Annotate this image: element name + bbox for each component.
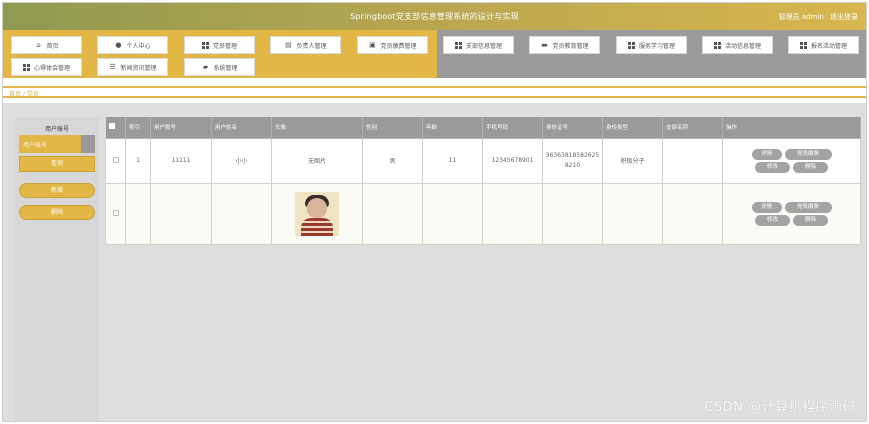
nav-education-management[interactable]: ▬ 党员教育管理 (529, 36, 600, 54)
nav-member-management[interactable]: 党员管理 (184, 36, 255, 54)
breadcrumb-separator: / (22, 91, 25, 98)
logout-link[interactable]: 退出登录 (830, 13, 858, 21)
cell-account: 11111 (150, 137, 212, 184)
detail-button[interactable]: 详情 (751, 148, 782, 160)
grid-icon (713, 41, 721, 49)
grid-icon (454, 41, 462, 49)
edit-button[interactable]: 修改 (755, 214, 790, 226)
monitor-icon: ▬ (541, 41, 548, 49)
list-icon: ☰ (109, 63, 116, 71)
content-area: 用户账号 用户账号 查询 新增 删除 索引 用户账号 用户姓名 头像 性别 年龄… (3, 103, 866, 421)
search-placeholder: 用户账号 (23, 142, 48, 149)
col-name: 用户姓名 (211, 117, 272, 138)
nav-service-learning[interactable]: 服务学习管理 (616, 36, 687, 54)
grid-icon (22, 63, 30, 71)
app-title: Springboot党支部信息管理系统的设计与实现 (350, 12, 519, 21)
home-icon: ⌂ (36, 41, 41, 49)
fee-button[interactable]: 党员缴费 (784, 148, 832, 160)
nav-activity-signup[interactable]: 报名活动管理 (788, 36, 859, 54)
nav-branch-management[interactable]: 支部信息管理 (443, 36, 514, 54)
cell-gender (362, 182, 423, 245)
cell-phone (482, 182, 543, 245)
col-phone: 手机号码 (482, 117, 543, 138)
cell-account (150, 182, 212, 245)
cell-index: 1 (125, 137, 151, 184)
watermark: CSDN @计算机程序源码 (704, 400, 856, 415)
table-header: 索引 用户账号 用户姓名 头像 性别 年龄 手机号码 身份证号 身份类型 支部名… (105, 117, 861, 138)
account-field-label: 用户账号 (44, 126, 69, 133)
col-actions: 操作 (722, 117, 861, 138)
chat-icon: ▰ (202, 63, 209, 71)
table-row: 1 11111 小小 无图片 男 11 12345678901 36363818… (105, 137, 861, 184)
cell-avatar (271, 182, 363, 245)
cell-branch (662, 182, 723, 245)
top-bar: Springboot党支部信息管理系统的设计与实现 管理员 admin 退出登录 (3, 3, 866, 30)
cell-name (211, 182, 272, 245)
query-button[interactable]: 查询 (19, 156, 95, 172)
col-index: 索引 (125, 117, 151, 138)
cell-id-card (542, 182, 603, 245)
nav-leader-management[interactable]: ▤ 负责人管理 (270, 36, 341, 54)
row-checkbox[interactable] (105, 182, 126, 245)
cell-type: 积极分子 (602, 137, 663, 184)
delete-button[interactable]: 删除 (793, 161, 828, 173)
breadcrumb-current: 党员 (26, 91, 39, 98)
grid-icon (201, 41, 209, 49)
avatar-image (295, 191, 339, 236)
cell-index (125, 182, 151, 245)
col-account: 用户账号 (150, 117, 212, 138)
account-search-input[interactable]: 用户账号 (19, 135, 95, 153)
user-area: 管理员 admin 退出登录 (775, 12, 858, 22)
nav-personal-center[interactable]: ● 个人中心 (97, 36, 168, 54)
cell-type (602, 182, 663, 245)
row-checkbox[interactable] (105, 137, 126, 184)
select-all-checkbox[interactable] (105, 117, 126, 138)
batch-delete-button[interactable]: 删除 (19, 205, 95, 220)
nav-fee-management[interactable]: ▣ 党员缴费管理 (357, 36, 428, 54)
cell-age (422, 182, 483, 245)
cell-actions: 详情 党员缴费 修改 删除 (722, 182, 861, 245)
cell-actions: 详情 党员缴费 修改 删除 (722, 137, 861, 184)
cell-branch (662, 137, 723, 184)
add-button[interactable]: 新增 (19, 183, 95, 198)
col-id-card: 身份证号 (542, 117, 603, 138)
table-row: 详情 党员缴费 修改 删除 (105, 182, 861, 245)
col-type: 身份类型 (602, 117, 663, 138)
detail-button[interactable]: 详情 (751, 201, 782, 213)
col-branch: 支部名称 (662, 117, 723, 138)
col-gender: 性别 (362, 117, 423, 138)
delete-button[interactable]: 删除 (793, 214, 828, 226)
cell-age: 11 (422, 137, 483, 184)
breadcrumb-home[interactable]: 首页 (9, 91, 21, 98)
document-icon: ▤ (285, 41, 292, 49)
grid-icon (627, 41, 635, 49)
briefcase-icon: ▣ (369, 41, 376, 49)
edit-button[interactable]: 修改 (755, 161, 790, 173)
col-avatar: 头像 (271, 117, 363, 138)
cell-name: 小小 (211, 137, 272, 184)
main-nav: ⌂ 首页 ● 个人中心 党员管理 ▤ 负责人管理 ▣ 党员缴费管理 支部信息管理… (3, 30, 866, 78)
grid-icon (799, 41, 807, 49)
fee-button[interactable]: 党员缴费 (784, 201, 832, 213)
nav-news-management[interactable]: ☰ 新闻资讯管理 (97, 58, 168, 76)
breadcrumb: 首页 / 党员 (3, 86, 866, 98)
cell-phone: 12345678901 (482, 137, 543, 184)
nav-experience-management[interactable]: 心得体会管理 (11, 58, 82, 76)
nav-system-management[interactable]: ▰ 系统管理 (184, 58, 255, 76)
cell-gender: 男 (362, 137, 423, 184)
nav-home[interactable]: ⌂ 首页 (11, 36, 82, 54)
cell-id-card: 363638185826258210 (542, 137, 603, 184)
user-label: 管理员 admin (778, 13, 824, 21)
app-window: Springboot党支部信息管理系统的设计与实现 管理员 admin 退出登录… (2, 2, 867, 422)
person-icon: ● (115, 41, 122, 49)
col-age: 年龄 (422, 117, 483, 138)
member-table: 索引 用户账号 用户姓名 头像 性别 年龄 手机号码 身份证号 身份类型 支部名… (105, 117, 861, 245)
cell-avatar: 无图片 (271, 137, 363, 184)
nav-activity-info[interactable]: 活动信息管理 (702, 36, 773, 54)
search-panel: 用户账号 用户账号 查询 新增 删除 (15, 117, 99, 421)
